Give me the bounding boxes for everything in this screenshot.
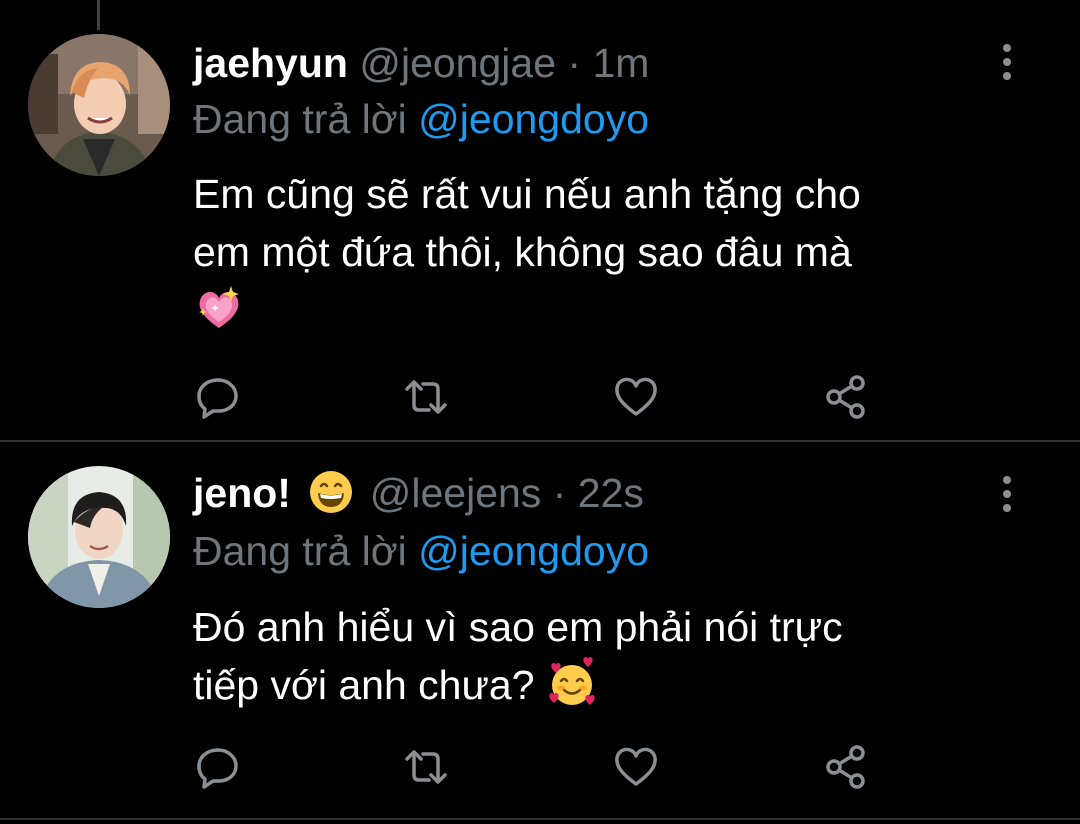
tweet-text-line (193, 281, 993, 339)
share-button[interactable] (821, 742, 871, 792)
smiling-face-with-hearts-emoji-icon (549, 657, 595, 705)
dot (1003, 44, 1011, 52)
tweet-divider (0, 818, 1080, 820)
reply-button[interactable] (193, 742, 243, 792)
dot (1003, 58, 1011, 66)
user-handle[interactable]: @jeongjae (359, 40, 556, 86)
retweet-button[interactable] (401, 742, 451, 792)
retweet-button[interactable] (401, 372, 451, 422)
timestamp[interactable]: 22s (578, 470, 644, 516)
mention-link[interactable]: @jeongdoyo (418, 528, 649, 574)
reply-button[interactable] (193, 372, 243, 422)
tweet-actions (193, 372, 893, 422)
share-button[interactable] (821, 372, 871, 422)
display-name[interactable]: jeno! (193, 470, 291, 516)
mention-link[interactable]: @jeongdoyo (418, 96, 649, 142)
replying-to-line: Đang trả lời @jeongdoyo (193, 92, 649, 146)
tweet-text-segment: tiếp với anh chưa? (193, 662, 535, 708)
like-button[interactable] (611, 372, 661, 422)
more-options-button[interactable] (992, 40, 1022, 84)
tweet-text-line: tiếp với anh chưa? (193, 656, 993, 714)
dot (1003, 490, 1011, 498)
timestamp[interactable]: 1m (592, 40, 649, 86)
tweet-text-line: Em cũng sẽ rất vui nếu anh tặng cho (193, 171, 861, 217)
replying-to-label: Đang trả lời (193, 96, 407, 142)
tweet-header: jaehyun @jeongjae · 1m (193, 36, 990, 90)
tweet[interactable]: jaehyun @jeongjae · 1m Đang trả lời @jeo… (0, 0, 1080, 440)
like-icon (615, 747, 657, 786)
separator-dot: · (567, 40, 582, 86)
replying-to-line: Đang trả lời @jeongdoyo (193, 524, 649, 578)
tweet-text: Em cũng sẽ rất vui nếu anh tặng cho em m… (193, 165, 993, 339)
tweet-text-line: Đó anh hiểu vì sao em phải nói trực (193, 604, 843, 650)
avatar-photo (28, 34, 170, 176)
dot (1003, 476, 1011, 484)
retweet-icon (405, 380, 447, 414)
replying-to-label: Đang trả lời (193, 528, 407, 574)
tweet[interactable]: jeno! @leejens · 22s Đang trả lời @jeong… (0, 442, 1080, 824)
user-handle[interactable]: @leejens (370, 470, 542, 516)
separator-dot: · (552, 470, 567, 516)
retweet-icon (405, 750, 447, 784)
tweet-header: jeno! @leejens · 22s (193, 466, 990, 520)
avatar[interactable] (28, 34, 170, 176)
share-icon (826, 375, 865, 419)
reply-icon (197, 748, 238, 789)
share-icon (826, 745, 865, 789)
display-name[interactable]: jaehyun (193, 40, 348, 86)
dot (1003, 72, 1011, 80)
more-options-button[interactable] (992, 472, 1022, 516)
avatar-photo (28, 466, 170, 608)
tweet-actions (193, 742, 893, 792)
avatar[interactable] (28, 466, 170, 608)
like-button[interactable] (611, 742, 661, 792)
sparkling-heart-emoji-icon (199, 286, 239, 328)
tweet-text-line: em một đứa thôi, không sao đâu mà (193, 229, 852, 275)
grinning-face-emoji-icon (310, 471, 353, 513)
tweet-text: Đó anh hiểu vì sao em phải nói trực tiếp… (193, 598, 993, 714)
like-icon (615, 377, 657, 416)
reply-icon (197, 378, 238, 419)
dot (1003, 504, 1011, 512)
